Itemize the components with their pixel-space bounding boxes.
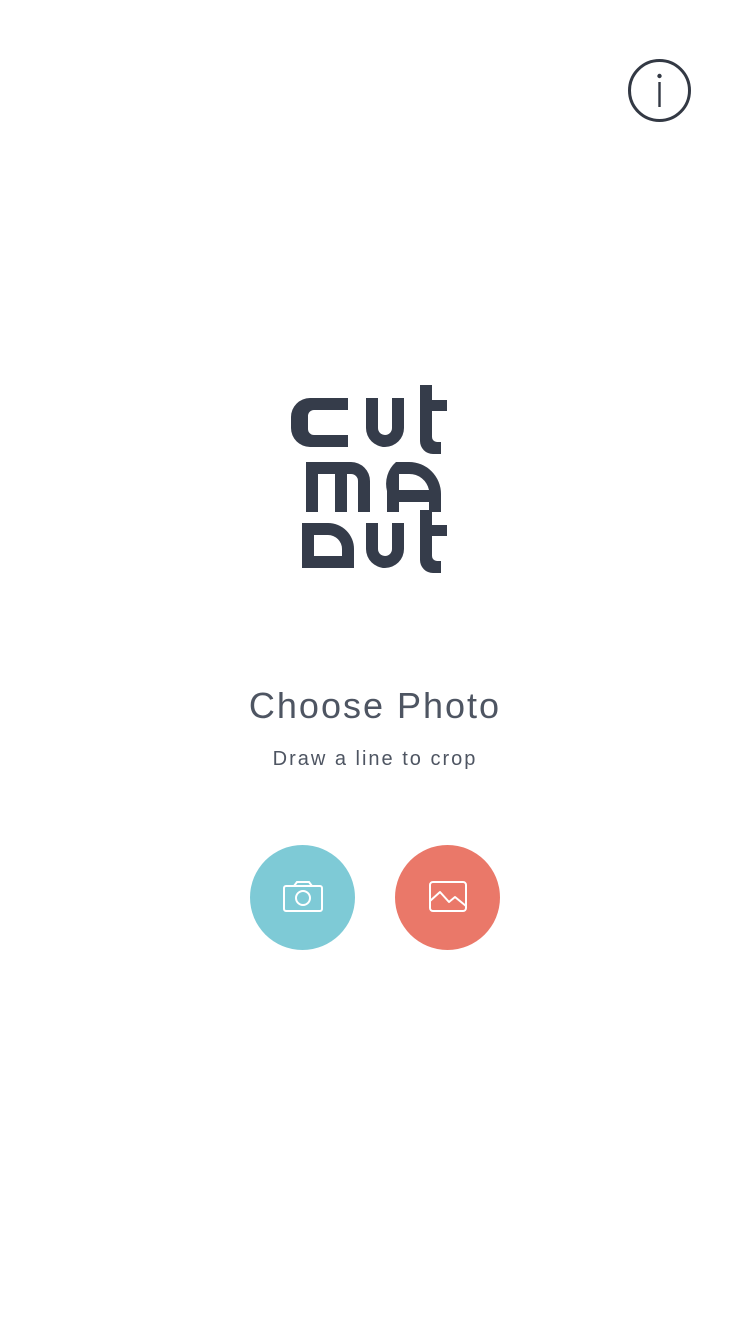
camera-button[interactable]	[250, 845, 355, 950]
camera-icon	[283, 881, 323, 912]
app-logo	[290, 380, 460, 575]
info-icon	[657, 73, 662, 107]
gallery-button[interactable]	[395, 845, 500, 950]
page-subtitle: Draw a line to crop	[272, 748, 478, 770]
page-title: Choose Photo	[248, 685, 502, 726]
info-button[interactable]	[628, 59, 691, 122]
image-icon	[429, 881, 467, 912]
cutmeout-logo-graphic	[291, 385, 447, 573]
